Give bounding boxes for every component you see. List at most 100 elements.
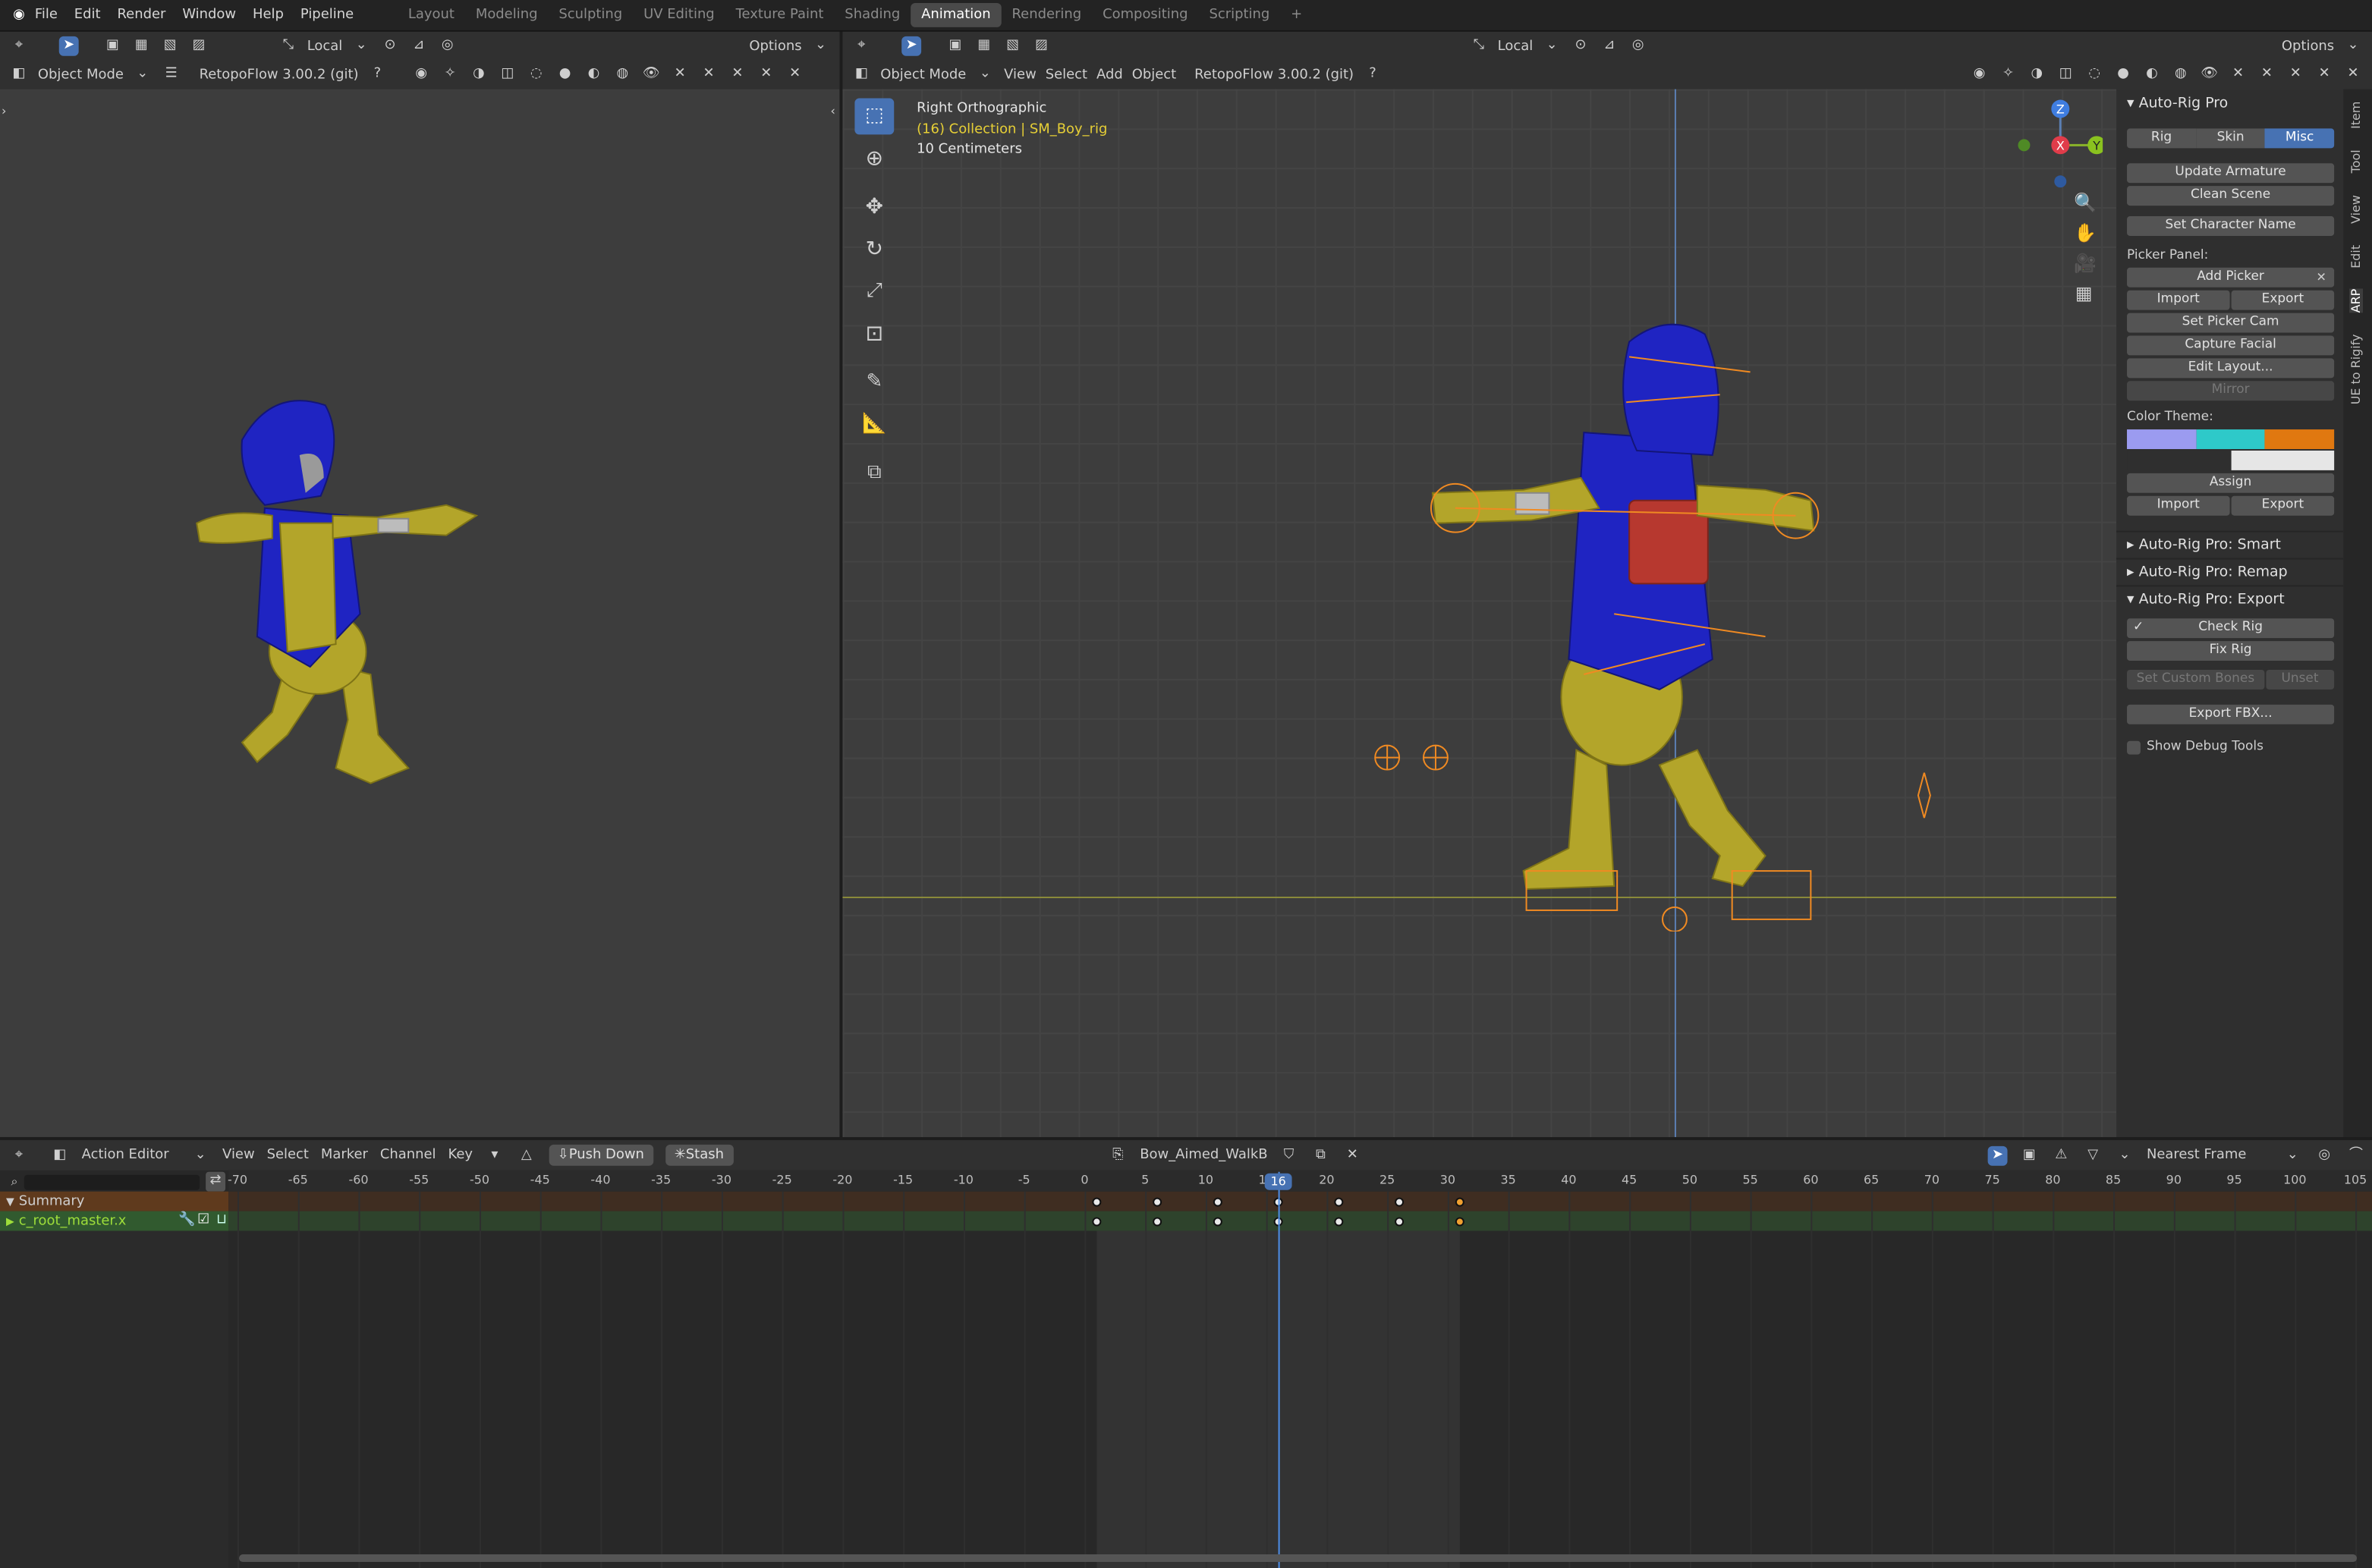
theme-color-swatch[interactable]: [2265, 429, 2335, 449]
theme-color-swatch[interactable]: [2196, 429, 2266, 449]
tab-skin[interactable]: Skin: [2196, 127, 2266, 148]
shading-rendered-icon[interactable]: ◍: [612, 65, 632, 85]
check-rig-button[interactable]: ✓ Check Rig: [2127, 618, 2335, 639]
tab-animation[interactable]: Animation: [911, 2, 1002, 27]
capture-facial-button[interactable]: Capture Facial: [2127, 335, 2335, 356]
character-side-view[interactable]: [166, 372, 514, 825]
snap-dropdown[interactable]: Nearest Frame: [2147, 1148, 2270, 1163]
close-x-icon[interactable]: ✕: [757, 65, 776, 85]
horizontal-scrollbar[interactable]: [238, 1554, 2358, 1563]
visibility-icon[interactable]: ◉: [1970, 65, 1990, 85]
channel-keyframe[interactable]: [1092, 1216, 1102, 1226]
channel-group[interactable]: ▶ c_root_master.x 🔧 ☑ ⊔: [0, 1211, 229, 1231]
tab-rendering[interactable]: Rendering: [1002, 3, 1093, 27]
channel-keyframe[interactable]: [1213, 1216, 1222, 1226]
shading-material-icon[interactable]: ◐: [584, 65, 604, 85]
editor-type-icon[interactable]: ⌖: [9, 1145, 29, 1165]
picker-export-button[interactable]: Export: [2231, 290, 2335, 310]
menu-file[interactable]: File: [35, 8, 58, 23]
channel-keyframe[interactable]: [1395, 1216, 1405, 1226]
menu-edit[interactable]: Edit: [74, 8, 101, 23]
blender-logo-icon[interactable]: ◉: [9, 5, 29, 25]
section-export[interactable]: ▾ Auto-Rig Pro: Export: [2116, 585, 2344, 612]
tab-texture-paint[interactable]: Texture Paint: [725, 3, 835, 27]
update-armature-button[interactable]: Update Armature: [2127, 163, 2335, 184]
panel-title[interactable]: ▾ Auto-Rig Pro: [2116, 91, 2343, 118]
menu-view[interactable]: View: [222, 1148, 255, 1163]
menu-pipeline[interactable]: Pipeline: [300, 8, 354, 23]
keyframe-type-icon[interactable]: ▾: [485, 1145, 505, 1165]
chevron-down-icon[interactable]: ⌄: [2282, 1145, 2302, 1165]
menu-key[interactable]: Key: [448, 1148, 473, 1163]
theme-color-swatch[interactable]: [2127, 450, 2231, 470]
retopoflow-menu[interactable]: RetopoFlow 3.00.2 (git): [1194, 68, 1354, 83]
pivot-icon[interactable]: ⊙: [380, 36, 400, 56]
wrench-icon[interactable]: 🔧: [178, 1211, 195, 1231]
falloff-icon[interactable]: ⌒: [2346, 1145, 2366, 1165]
mode-dropdown[interactable]: Action Editor: [82, 1148, 179, 1163]
move-tool-icon[interactable]: ✥: [854, 189, 894, 225]
close-x-icon[interactable]: ✕: [785, 65, 805, 85]
duplicate-action-icon[interactable]: ⧉: [1310, 1145, 1330, 1165]
menu-add[interactable]: Add: [1096, 68, 1123, 83]
select-mode-intersect-icon[interactable]: ▨: [189, 36, 209, 56]
set-custom-bones-button[interactable]: Set Custom Bones: [2127, 670, 2264, 690]
tab-misc[interactable]: Misc: [2265, 127, 2335, 148]
hamburger-menu-icon[interactable]: ☰: [162, 65, 181, 85]
navigation-gizmo[interactable]: Z Y X: [2012, 99, 2103, 193]
proportional-edit-icon[interactable]: ◎: [1628, 36, 1648, 56]
menu-window[interactable]: Window: [182, 8, 236, 23]
summary-keyframe[interactable]: [1092, 1196, 1102, 1206]
transform-tool-icon[interactable]: ⊡: [854, 316, 894, 353]
channel-keyframe[interactable]: [1334, 1216, 1344, 1226]
edit-layout-button[interactable]: Edit Layout...: [2127, 358, 2335, 379]
channel-search-input[interactable]: [24, 1174, 200, 1189]
tab-shading[interactable]: Shading: [834, 3, 911, 27]
select-mode-extend-icon[interactable]: ▦: [131, 36, 151, 56]
menu-marker[interactable]: Marker: [321, 1148, 368, 1163]
fix-rig-button[interactable]: Fix Rig: [2127, 641, 2335, 661]
rotate-tool-icon[interactable]: ↻: [854, 231, 894, 268]
sidebar-tab-view[interactable]: View: [2349, 195, 2363, 224]
empty-markers[interactable]: [1372, 743, 1463, 773]
close-icon[interactable]: ✕: [2311, 268, 2331, 288]
scale-tool-icon[interactable]: ⤢: [854, 274, 894, 310]
summary-keyframe[interactable]: [1395, 1196, 1405, 1206]
shading-rendered-icon[interactable]: ◍: [2171, 65, 2191, 85]
expand-sidebar-icon[interactable]: ‹: [830, 105, 835, 118]
menu-render[interactable]: Render: [118, 8, 166, 23]
section-smart[interactable]: ▸ Auto-Rig Pro: Smart: [2116, 530, 2344, 558]
chevron-down-icon[interactable]: ⌄: [2343, 36, 2363, 56]
unset-button[interactable]: Unset: [2265, 670, 2335, 690]
tab-compositing[interactable]: Compositing: [1092, 3, 1198, 27]
proportional-edit-icon[interactable]: ◎: [2314, 1145, 2334, 1165]
summary-keyframe[interactable]: [1213, 1196, 1222, 1206]
filter-icon[interactable]: ▽: [2083, 1145, 2103, 1165]
close-x-icon[interactable]: ✕: [2229, 65, 2248, 85]
measure-tool-icon[interactable]: 📐: [854, 407, 894, 443]
tab-modeling[interactable]: Modeling: [465, 3, 549, 27]
shading-wireframe-icon[interactable]: ◌: [527, 65, 546, 85]
options-dropdown[interactable]: Options: [2282, 39, 2334, 54]
lock-icon[interactable]: ⊔: [215, 1211, 228, 1231]
fake-user-shield-icon[interactable]: ⛉: [1279, 1145, 1299, 1165]
close-x-icon[interactable]: ✕: [2314, 65, 2334, 85]
timeline-ruler[interactable]: -70 -65 -60 -55 -50 -45 -40 -35 -30 -25 -20 -15 -10-…: [228, 1170, 2372, 1192]
close-x-icon[interactable]: ✕: [2285, 65, 2305, 85]
gizmo-neg-z[interactable]: [2054, 175, 2067, 188]
select-mode-extend-icon[interactable]: ▦: [974, 36, 994, 56]
xray-icon[interactable]: ◫: [2056, 65, 2075, 85]
pan-hand-icon[interactable]: ✋: [2074, 223, 2097, 244]
mirror-button[interactable]: Mirror: [2127, 381, 2335, 401]
dopesheet-tracks[interactable]: [228, 1191, 2372, 1568]
summary-keyframe[interactable]: [1334, 1196, 1344, 1206]
select-mode-icon[interactable]: ▣: [945, 36, 965, 56]
left-viewport[interactable]: ⌖ ➤ ▣ ▦ ▧ ▨ ⤡ Local ⌄ ⊙ ⊿ ◎ Options ⌄ ◧ …: [0, 31, 840, 1137]
select-mode-subtract-icon[interactable]: ▧: [160, 36, 180, 56]
select-mode-subtract-icon[interactable]: ▧: [1003, 36, 1023, 56]
shading-material-icon[interactable]: ◐: [2142, 65, 2162, 85]
expand-toolbar-icon[interactable]: ›: [2, 105, 6, 118]
pivot-icon[interactable]: ⊙: [1571, 36, 1590, 56]
gizmo-icon[interactable]: ✧: [1999, 65, 2018, 85]
zoom-icon[interactable]: 🔍: [2074, 193, 2097, 213]
